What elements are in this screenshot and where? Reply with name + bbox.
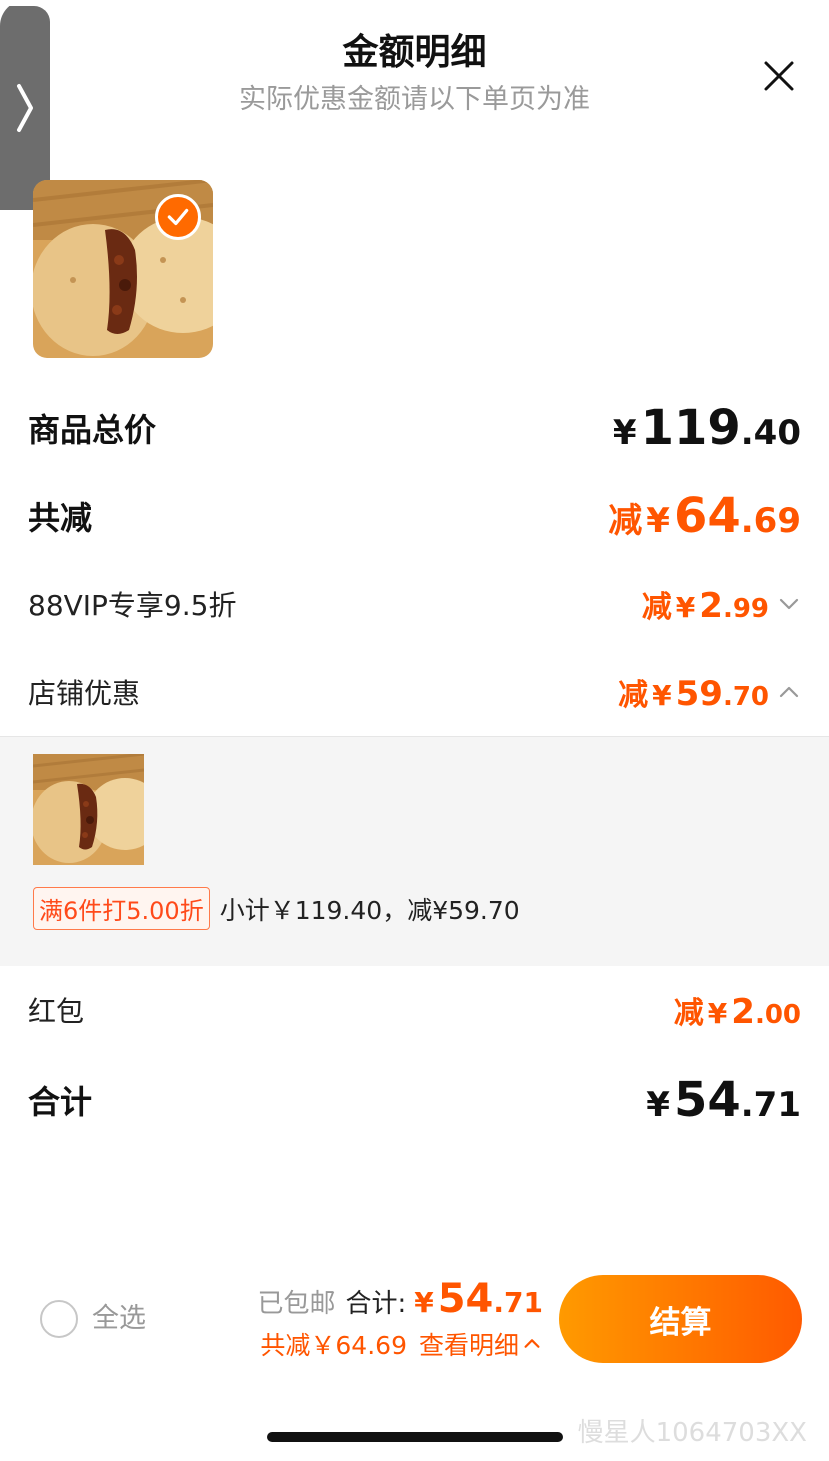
row-total-discount: 共减 减 ¥ 64 .69 [0,486,829,546]
currency-symbol: ¥ [414,1286,434,1319]
footer-sum-decimal: .71 [493,1286,543,1319]
selected-check[interactable] [155,194,201,240]
amount-decimal: .99 [722,594,769,624]
currency-symbol: ¥ [612,413,637,453]
total-price-amount: ¥ 119 .40 [613,400,801,456]
currency-symbol: ¥ [652,679,672,712]
watermark: 慢星人1064703XX [577,1418,807,1448]
row-vip-discount[interactable]: 88VIP专享9.5折 减 ¥ 2 .99 [0,574,829,634]
footer-discount-line: 共减￥64.69 查看明细 [260,1326,543,1362]
footer-sum-integer: 54 [437,1276,494,1322]
amount-integer: 2 [731,992,755,1032]
minus-prefix: 减 [608,501,643,541]
amount-decimal: .40 [740,413,801,453]
amount-decimal: .69 [740,501,801,541]
vip-discount-label: 88VIP专享9.5折 [28,589,237,622]
amount-integer: 64 [673,488,741,544]
minus-prefix: 减 [641,590,672,625]
amount-integer: 2 [699,586,723,626]
chevron-down-icon[interactable] [777,592,801,616]
sheet-title: 金额明细 [342,32,487,73]
currency-symbol: ¥ [646,1085,670,1125]
currency-symbol: ¥ [646,501,670,541]
currency-symbol: ¥ [675,591,696,624]
promo-subtotal-text: 小计￥119.40，减¥59.70 [219,895,520,925]
currency-symbol: ¥ [707,997,728,1030]
shop-discount-panel: 满6件打5.00折 小计￥119.40，减¥59.70 [0,736,829,966]
total-price-label: 商品总价 [28,411,157,449]
sheet-header: 金额明细 实际优惠金额请以下单页为准 [0,28,829,120]
promo-tag: 满6件打5.00折 [33,887,210,930]
free-shipping-label: 已包邮 [257,1289,336,1319]
shop-discount-label: 店铺优惠 [28,677,141,710]
amount-integer: 59 [675,674,723,714]
shop-discount-amount: 减 ¥ 59 .70 [618,670,801,714]
amount-decimal: .71 [740,1085,801,1125]
row-red-packet: 红包 减 ¥ 2 .00 [0,980,829,1040]
minus-prefix: 减 [618,678,649,713]
checkout-button[interactable]: 结算 [559,1275,802,1363]
select-all-radio[interactable] [40,1300,78,1338]
amount-decimal: .00 [754,1000,801,1030]
row-shop-discount[interactable]: 店铺优惠 减 ¥ 59 .70 [0,662,829,722]
shop-product-image[interactable] [33,754,144,865]
chevron-up-icon[interactable] [521,1333,543,1355]
product-image[interactable] [33,180,213,358]
footer-sum-label: 合计: [345,1289,407,1319]
close-button[interactable] [761,58,797,94]
sum-amount: ¥ 54 .71 [646,1072,801,1128]
chevron-up-icon[interactable] [777,680,801,704]
footer-discount-text: 共减￥64.69 [260,1331,407,1360]
promo-line: 满6件打5.00折 小计￥119.40，减¥59.70 [33,887,520,930]
minus-prefix: 减 [673,996,704,1031]
home-indicator [267,1432,563,1442]
red-packet-label: 红包 [28,995,85,1028]
amount-decimal: .70 [722,682,769,712]
row-sum: 合计 ¥ 54 .71 [0,1070,829,1130]
meat-pie-image [33,754,144,865]
row-total-price: 商品总价 ¥ 119 .40 [0,398,829,458]
red-packet-amount: 减 ¥ 2 .00 [674,988,801,1032]
select-all-label[interactable]: 全选 [92,1300,146,1338]
check-icon [167,208,189,226]
sheet-subtitle: 实际优惠金额请以下单页为准 [239,84,590,115]
amount-integer: 119 [640,400,741,456]
amount-integer: 54 [673,1072,741,1128]
amount-detail-sheet: 金额明细 实际优惠金额请以下单页为准 商品总价 ¥ 119 .40 共减 减 ¥… [0,0,829,1461]
vip-discount-amount: 减 ¥ 2 .99 [642,582,801,626]
close-icon [764,61,794,91]
view-details-link[interactable]: 查看明细 [419,1326,519,1362]
sum-label: 合计 [28,1083,93,1121]
footer-sum: 已包邮 合计: ¥ 54 .71 [257,1276,543,1322]
total-discount-label: 共减 [28,499,93,537]
total-discount-amount: 减 ¥ 64 .69 [608,488,801,544]
checkout-bar: 全选 已包邮 合计: ¥ 54 .71 共减￥64.69 查看明细 结算 [0,1270,829,1370]
